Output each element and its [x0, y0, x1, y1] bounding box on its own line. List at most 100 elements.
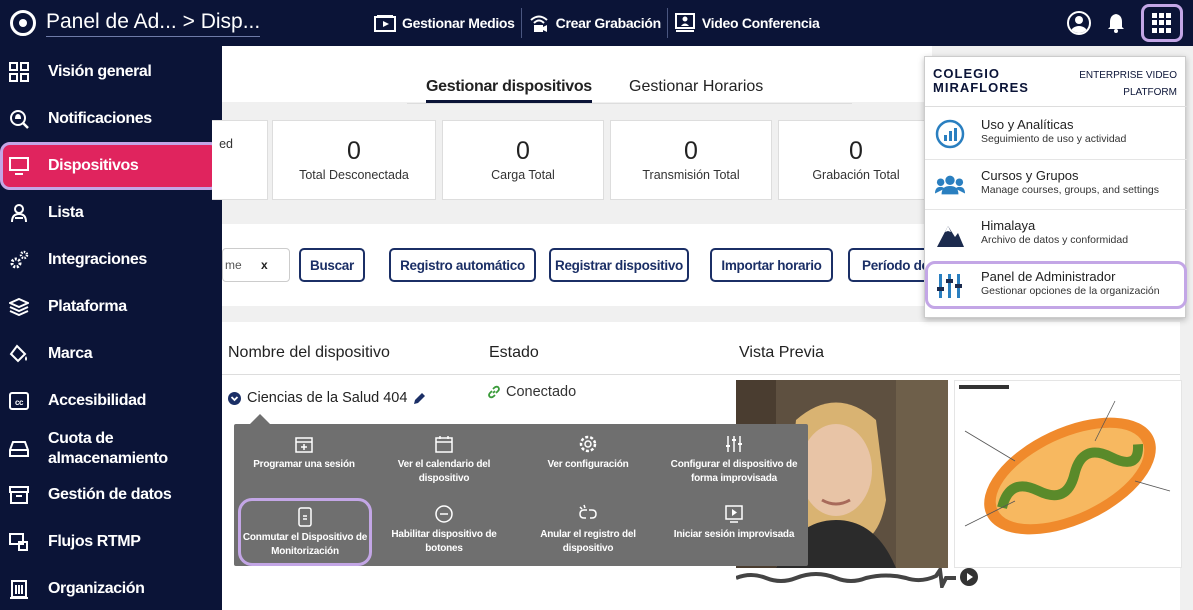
device-name[interactable]: Ciencias de la Salud 404: [247, 390, 407, 406]
users-icon: [935, 170, 965, 200]
sidebar-item-label: Gestión de datos: [48, 486, 172, 503]
sidebar-item-label: Marca: [48, 345, 93, 362]
search-button[interactable]: Buscar: [299, 248, 365, 282]
stream-icon: [8, 531, 30, 553]
sidebar-item-label: Cuota de almacenamiento: [48, 430, 168, 467]
sidebar-item-roster[interactable]: Lista: [0, 197, 222, 229]
paint-icon: [8, 343, 30, 365]
tabs-underline: [407, 103, 852, 104]
schedule-session-action[interactable]: Programar una sesión: [234, 434, 374, 472]
view-device-calendar-action[interactable]: Ver el calendario del dispositivo: [374, 434, 514, 486]
sidebar-item-data-management[interactable]: Gestión de datos: [0, 479, 222, 511]
sidebar-item-overview[interactable]: Visión general: [0, 56, 222, 88]
apps-menu-item-admin-panel[interactable]: Panel de Administrador Gestionar opcione…: [925, 261, 1187, 309]
platform-line-1: ENTERPRISE VIDEO: [1079, 70, 1177, 81]
brand[interactable]: Panel de Ad... > Disp...: [10, 8, 261, 38]
adhoc-configure-action[interactable]: Configurar el dispositivo de forma impro…: [664, 434, 804, 486]
apps-menu-item-title: Panel de Administrador: [981, 269, 1116, 284]
analytics-icon: [935, 119, 965, 149]
top-right-controls: [1067, 4, 1183, 42]
column-header-status[interactable]: Estado: [489, 344, 539, 362]
chevron-down-icon[interactable]: [228, 391, 241, 405]
manage-media-link[interactable]: Gestionar Medios: [368, 8, 521, 38]
apps-menu-button[interactable]: [1141, 4, 1183, 42]
sidebar-item-label: Visión general: [48, 63, 152, 80]
stat-label: Transmisión Total: [642, 168, 740, 182]
apps-dropdown-menu: COLEGIO MIRAFLORES ENTERPRISE VIDEO PLAT…: [924, 56, 1187, 318]
action-label: Ver configuración: [547, 459, 629, 470]
apps-menu-item-himalaya[interactable]: Himalaya Archivo de datos y conformidad: [925, 209, 1187, 257]
toggle-monitoring-device-action[interactable]: Conmutar el Dispositivo de Monitorizació…: [238, 498, 372, 566]
auto-register-button[interactable]: Registro automático: [389, 248, 536, 282]
sidebar-item-notifications[interactable]: Notificaciones: [0, 103, 222, 135]
enable-button-device-action[interactable]: Habilitar dispositivo de botones: [374, 504, 514, 556]
play-button-icon[interactable]: [960, 568, 978, 586]
audio-waveform[interactable]: [736, 568, 976, 588]
logo-line-2: MIRAFLORES: [933, 80, 1029, 95]
monitor-icon: [8, 155, 30, 177]
device-actions-popover: Programar una sesión Ver el calendario d…: [234, 424, 808, 566]
sidebar-item-storage-quota[interactable]: Cuota de almacenamiento: [0, 427, 222, 471]
column-header-preview: Vista Previa: [739, 344, 825, 361]
register-device-button[interactable]: Registrar dispositivo: [549, 248, 689, 282]
apps-menu-item-subtitle: Seguimiento de uso y actividad: [981, 133, 1127, 145]
sidebar-item-accessibility[interactable]: cc Accesibilidad: [0, 385, 222, 417]
layers-icon: [8, 296, 30, 318]
column-header-name[interactable]: Nombre del dispositivo: [228, 344, 390, 362]
chip-clear-button[interactable]: x: [261, 249, 268, 281]
drive-icon: [8, 438, 30, 460]
apps-menu-item-subtitle: Manage courses, groups, and settings: [981, 184, 1160, 196]
apps-menu-item-title: Uso y Analíticas: [981, 117, 1074, 132]
platform-label: ENTERPRISE VIDEO PLATFORM: [1079, 67, 1177, 101]
sidebar-item-label: Integraciones: [48, 251, 147, 268]
create-recording-link[interactable]: Crear Grabación: [520, 8, 667, 38]
user-avatar-icon[interactable]: [1067, 11, 1091, 35]
period-button[interactable]: Período de: [848, 248, 928, 282]
action-label: Conmutar el Dispositivo de Monitorizació…: [242, 532, 368, 557]
apps-menu-item-analytics[interactable]: Uso y Analíticas Seguimiento de uso y ac…: [925, 109, 1187, 157]
admin-sliders-icon: [935, 271, 965, 301]
action-label: Configurar el dispositivo de forma impro…: [670, 459, 798, 484]
apps-grid-icon: [1152, 13, 1172, 33]
video-conference-link[interactable]: Video Conferencia: [666, 8, 826, 38]
device-status-cell: Conectado: [487, 384, 576, 400]
sidebar-item-platform[interactable]: Plataforma: [0, 291, 222, 323]
filter-chip[interactable]: me x: [222, 248, 290, 282]
bell-icon[interactable]: [1107, 13, 1125, 33]
archive-icon: [8, 484, 30, 506]
apps-menu-item-courses[interactable]: Cursos y Grupos Manage courses, groups, …: [925, 159, 1187, 207]
roster-icon: [8, 202, 30, 224]
sidebar-item-devices[interactable]: Dispositivos: [0, 142, 220, 190]
sidebar-item-integrations[interactable]: Integraciones: [0, 244, 222, 276]
unregister-device-action[interactable]: Anular el registro del dispositivo: [518, 504, 658, 556]
sidebar-item-label: Organización: [48, 580, 145, 597]
sliders-icon: [724, 434, 744, 454]
sidebar-item-rtmp-streams[interactable]: Flujos RTMP: [0, 526, 222, 558]
create-recording-label: Crear Grabación: [555, 15, 662, 31]
stat-label: ed: [219, 137, 233, 151]
slide-preview[interactable]: [954, 380, 1182, 568]
svg-text:cc: cc: [15, 398, 24, 407]
stat-label: Carga Total: [491, 168, 555, 182]
tab-manage-devices[interactable]: Gestionar dispositivos: [426, 78, 592, 103]
view-configuration-action[interactable]: Ver configuración: [518, 434, 658, 472]
device-name-cell[interactable]: Ciencias de la Salud 404: [228, 390, 426, 406]
import-schedule-button[interactable]: Importar horario: [710, 248, 833, 282]
video-conference-label: Video Conferencia: [701, 15, 820, 31]
stat-label: Grabación Total: [812, 168, 900, 182]
action-label: Iniciar sesión improvisada: [673, 529, 795, 540]
tab-manage-schedules[interactable]: Gestionar Horarios: [629, 78, 763, 96]
breadcrumb[interactable]: Panel de Ad... > Disp...: [46, 10, 261, 37]
pencil-icon[interactable]: [413, 392, 426, 405]
start-adhoc-session-action[interactable]: Iniciar sesión improvisada: [664, 504, 804, 542]
sidebar-item-label: Notificaciones: [48, 110, 152, 127]
gear-icon: [578, 434, 598, 454]
sidebar-item-brand[interactable]: Marca: [0, 338, 222, 370]
action-label: Ver el calendario del dispositivo: [397, 459, 491, 484]
stat-card-streaming: 0 Transmisión Total: [610, 120, 772, 200]
sidebar-item-organization[interactable]: Organización: [0, 573, 222, 605]
stat-value: 0: [849, 137, 863, 165]
top-bar: Panel de Ad... > Disp... Gestionar Medio…: [0, 0, 1193, 46]
brand-logo-icon: [10, 10, 36, 36]
apps-menu-item-subtitle: Gestionar opciones de la organización: [981, 285, 1160, 297]
